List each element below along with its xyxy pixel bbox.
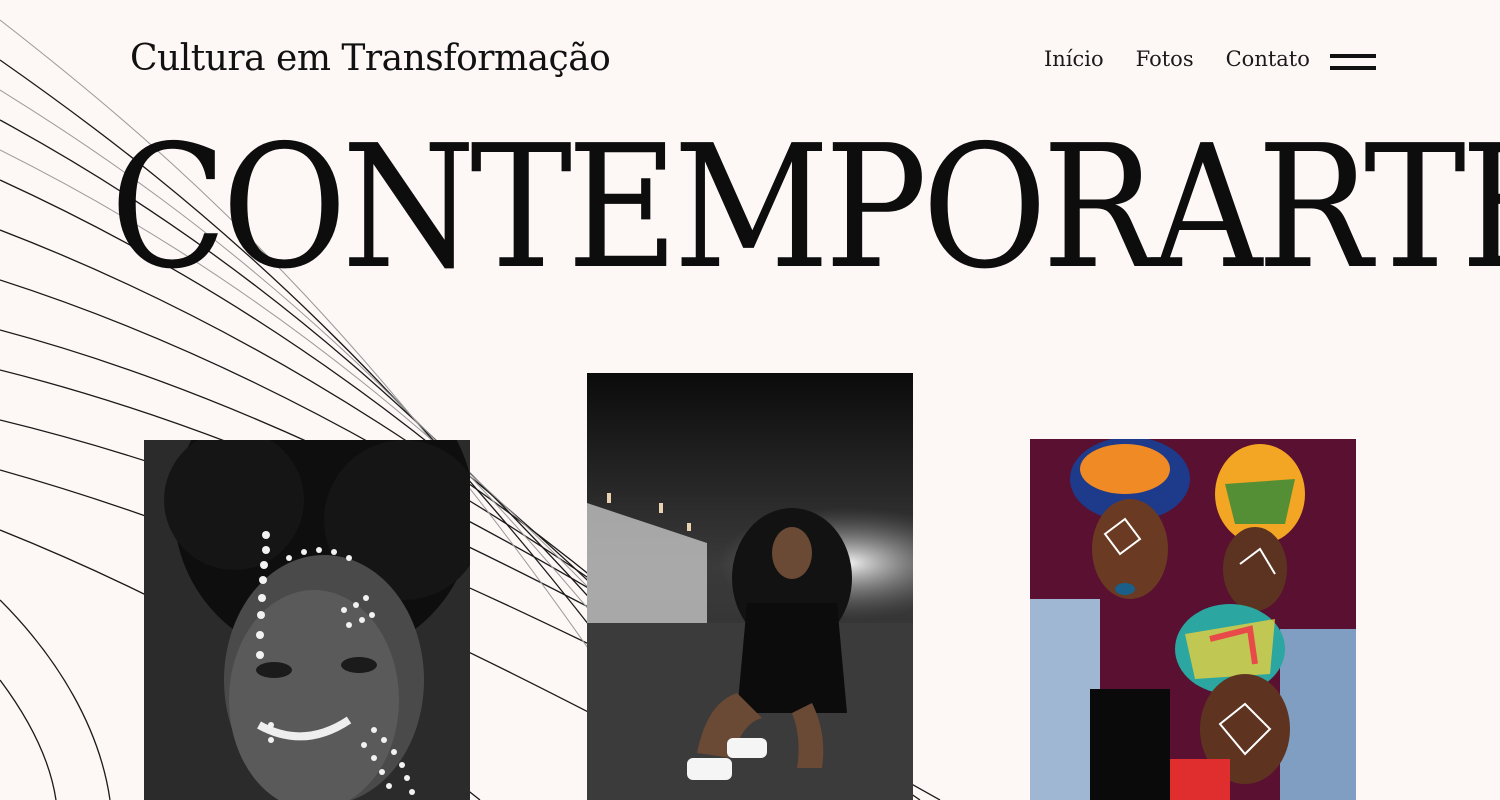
brand-logo-text[interactable]: Cultura em Transformação [130, 38, 611, 79]
main-nav: Início Fotos Contato [1044, 47, 1310, 71]
photo-bw-portrait-image [144, 440, 470, 800]
site-header: Cultura em Transformação Início Fotos Co… [0, 0, 1500, 120]
nav-link-contato[interactable]: Contato [1226, 47, 1310, 71]
photo-headwraps-image [1030, 439, 1356, 800]
landing-page: Cultura em Transformação Início Fotos Co… [0, 0, 1500, 800]
nav-link-inicio[interactable]: Início [1044, 47, 1104, 71]
menu-bar-bottom [1330, 66, 1376, 70]
gallery-photo-2[interactable] [587, 373, 913, 800]
photo-tunnel-portrait-image [587, 373, 913, 800]
menu-bar-top [1330, 54, 1376, 58]
gallery-photo-1[interactable] [144, 440, 470, 800]
gallery-photo-3[interactable] [1030, 439, 1356, 800]
hero-title: CONTEMPORARTE [110, 109, 1500, 307]
nav-link-fotos[interactable]: Fotos [1136, 47, 1194, 71]
hamburger-menu-icon[interactable] [1326, 50, 1380, 76]
